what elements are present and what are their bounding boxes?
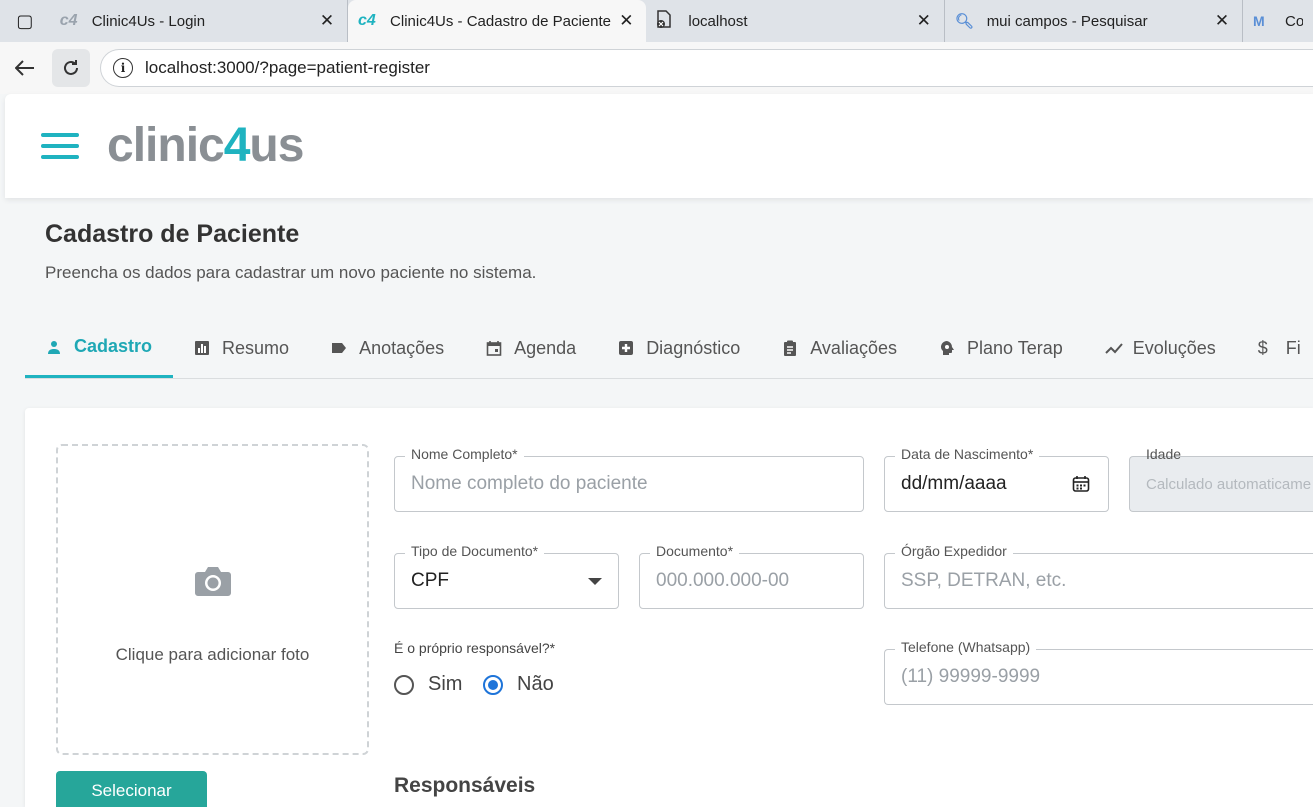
browser-tab-title: localhost [688, 12, 748, 30]
tab-agenda[interactable]: Agenda [465, 318, 597, 378]
select-photo-button[interactable]: Selecionar [56, 771, 207, 807]
app-logo: clinic4us [107, 119, 304, 172]
page-title: Cadastro de Paciente [45, 220, 300, 248]
browser-tab-localhost[interactable]: localhost ✕ [646, 0, 945, 42]
photo-upload-area[interactable]: Clique para adicionar foto [56, 444, 369, 755]
issuing-agency-field[interactable]: Órgão Expedidor SSP, DETRAN, etc. [884, 543, 1313, 609]
calendar-icon [486, 340, 502, 356]
close-icon[interactable]: ✕ [616, 11, 636, 31]
radio-label: Sim [428, 673, 463, 695]
tab-diagnostico[interactable]: Diagnóstico [597, 318, 761, 378]
tab-label: Anotações [359, 337, 445, 358]
field-label: Data de Nascimento* [895, 446, 1040, 462]
patient-form-card: Clique para adicionar foto Selecionar No… [25, 408, 1313, 807]
tab-resumo[interactable]: Resumo [173, 318, 310, 378]
close-icon[interactable]: ✕ [1212, 11, 1232, 31]
tab-cadastro[interactable]: Cadastro [25, 318, 174, 378]
tab-label: Resumo [222, 337, 290, 358]
radio-nao[interactable]: Não [483, 673, 554, 696]
clinic4us-favicon-icon: c4 [59, 12, 78, 29]
browser-tab-search[interactable]: 🔍︎ mui campos - Pesquisar ✕ [945, 0, 1244, 42]
birth-date-field[interactable]: Data de Nascimento* dd/mm/aaaa [884, 446, 1109, 512]
field-placeholder: Nome completo do paciente [411, 473, 648, 494]
field-value: dd/mm/aaaa [901, 473, 1007, 494]
section-title-responsaveis: Responsáveis [394, 774, 536, 797]
page-subtitle: Preencha os dados para cadastrar um novo… [45, 263, 537, 282]
photo-upload-label: Clique para adicionar foto [115, 645, 310, 664]
self-responsible-label: É o próprio responsável?* [394, 640, 556, 656]
browser-tab-title: Clinic4Us - Cadastro de Paciente [390, 12, 611, 30]
browser-tab-login[interactable]: c4 Clinic4Us - Login ✕ [50, 0, 349, 42]
full-name-field[interactable]: Nome Completo* Nome completo do paciente [394, 446, 864, 512]
radio-button-selected[interactable] [483, 674, 503, 695]
medical-plus-icon [618, 340, 634, 356]
tab-anotacoes[interactable]: Anotações [310, 318, 465, 378]
tab-label: Fi [1285, 337, 1301, 358]
file-blocked-icon [656, 9, 680, 33]
document-type-select[interactable]: Tipo de Documento* CPF [394, 543, 619, 609]
browser-tab-title: Clinic4Us - Login [91, 12, 206, 30]
info-icon[interactable]: i [113, 58, 133, 78]
dollar-icon: $ [1257, 338, 1268, 358]
patient-tabs: Cadastro Resumo Anotações Agenda Diagnós… [25, 318, 1313, 379]
camera-icon [194, 564, 232, 598]
clipboard-icon [782, 340, 798, 356]
field-placeholder: 000.000.000-00 [656, 570, 790, 591]
field-label: Tipo de Documento* [405, 543, 545, 559]
clinic4us-favicon-icon: c4 [358, 12, 376, 29]
tab-label: Cadastro [74, 336, 153, 356]
address-bar: i localhost:3000/?page=patient-register [0, 42, 1313, 94]
document-field[interactable]: Documento* 000.000.000-00 [639, 543, 864, 609]
radio-button[interactable] [394, 674, 414, 695]
person-icon [46, 339, 62, 355]
mui-icon: M [1253, 13, 1265, 29]
tab-label: Agenda [514, 337, 577, 358]
field-value: CPF [411, 570, 449, 591]
radio-label: Não [517, 673, 554, 695]
browser-tab-mui[interactable]: M Co [1243, 0, 1313, 42]
label-icon [331, 340, 347, 356]
tab-avaliacoes[interactable]: Avaliações [761, 318, 918, 378]
url-text: localhost:3000/?page=patient-register [145, 58, 430, 77]
field-label: Documento* [650, 543, 740, 559]
close-icon[interactable]: ✕ [914, 11, 934, 31]
tab-label: Evoluções [1132, 337, 1216, 358]
tab-label: Plano Terap [966, 337, 1063, 358]
browser-tab-strip: ▢ c4 Clinic4Us - Login ✕ c4 Clinic4Us - … [0, 0, 1313, 42]
browser-tab-title: Co [1285, 12, 1304, 30]
trending-icon [1105, 340, 1123, 356]
tab-label: Diagnóstico [646, 337, 741, 358]
field-placeholder: (11) 99999-9999 [901, 666, 1041, 687]
browser-tab-title: mui campos - Pesquisar [986, 12, 1148, 30]
field-placeholder: SSP, DETRAN, etc. [901, 570, 1067, 591]
tab-financeiro[interactable]: $ Fi [1237, 318, 1313, 378]
field-label: Telefone (Whatsapp) [895, 639, 1037, 655]
tab-actions-icon[interactable]: ▢ [0, 0, 50, 42]
calendar-icon[interactable] [1072, 475, 1090, 493]
field-placeholder: Calculado automaticame [1146, 476, 1312, 493]
radio-sim[interactable]: Sim [394, 673, 462, 696]
menu-icon[interactable] [41, 133, 79, 159]
close-icon[interactable]: ✕ [317, 11, 337, 31]
chart-icon [194, 340, 210, 356]
field-label: Órgão Expedidor [895, 543, 1013, 559]
tab-label: Avaliações [810, 337, 897, 358]
search-icon: 🔍︎ [954, 13, 974, 30]
age-field: Idade Calculado automaticame [1129, 446, 1313, 512]
tab-plano-terap[interactable]: Plano Terap [918, 318, 1084, 378]
field-label: Idade [1146, 446, 1182, 462]
browser-tab-cadastro[interactable]: c4 Clinic4Us - Cadastro de Paciente ✕ [348, 0, 647, 42]
psychology-icon [939, 340, 955, 356]
dropdown-arrow-icon[interactable] [588, 578, 602, 585]
back-arrow-icon[interactable] [6, 49, 44, 87]
app-header: clinic4us [5, 94, 1313, 198]
reload-icon[interactable] [52, 49, 90, 87]
phone-field[interactable]: Telefone (Whatsapp) (11) 99999-9999 [884, 639, 1313, 705]
field-label: Nome Completo* [405, 446, 524, 462]
tab-evolucoes[interactable]: Evoluções [1084, 318, 1237, 378]
url-input[interactable]: i localhost:3000/?page=patient-register [100, 49, 1313, 87]
